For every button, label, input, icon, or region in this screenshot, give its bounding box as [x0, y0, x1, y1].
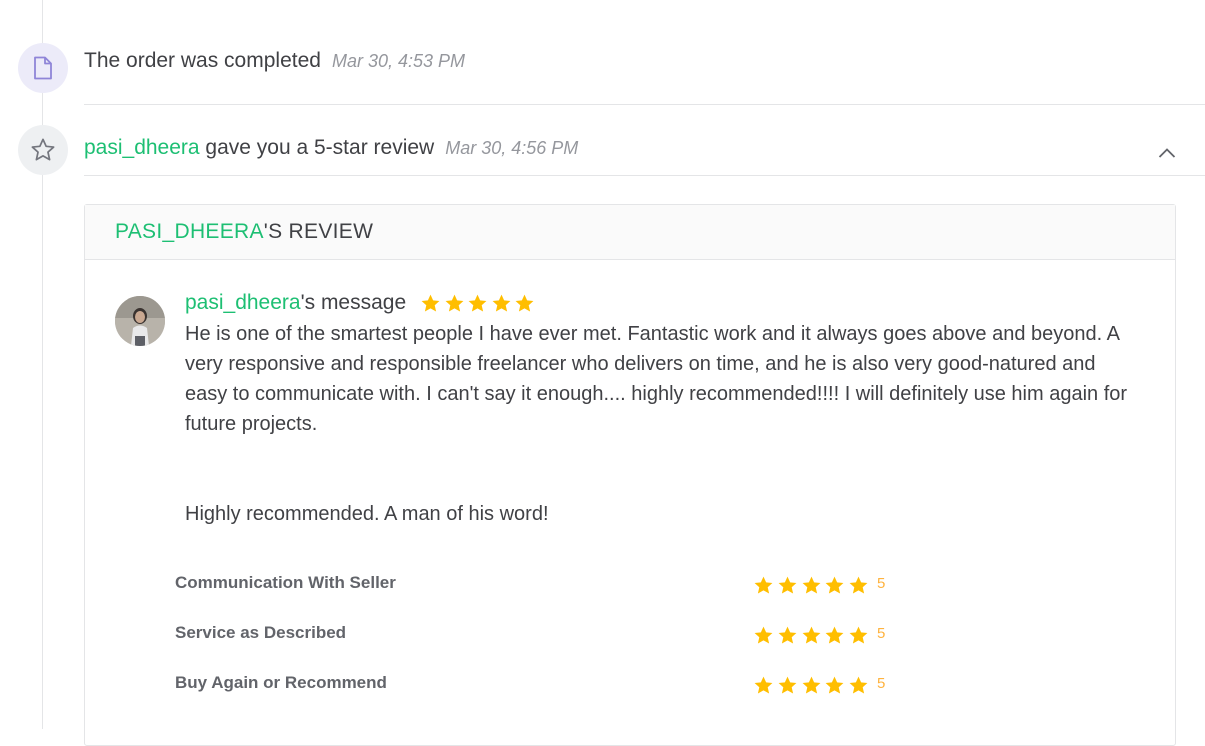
reviewer-username-link[interactable]: pasi_dheera: [84, 136, 200, 160]
avatar[interactable]: [115, 296, 165, 346]
star-outline-icon: [31, 138, 55, 161]
star-icon: [825, 626, 844, 644]
star-icon: [802, 676, 821, 694]
event-title: The order was completed: [84, 49, 321, 72]
collapse-review-button[interactable]: [1156, 143, 1178, 163]
star-icon: [445, 294, 464, 312]
chevron-up-icon: [1158, 148, 1176, 158]
review-card-title: PASI_DHEERA'S REVIEW: [115, 220, 373, 244]
rating-row-buy-again: Buy Again or Recommend 5: [175, 669, 935, 699]
divider: [84, 104, 1205, 105]
star-icon: [421, 294, 440, 312]
star-icon: [754, 576, 773, 594]
message-label: pasi_dheera's message: [185, 291, 406, 315]
header-username[interactable]: PASI_DHEERA: [115, 220, 264, 243]
star-icon: [825, 576, 844, 594]
star-icon: [849, 576, 868, 594]
avatar-image: [115, 296, 165, 346]
message-header: pasi_dheera's message: [185, 291, 535, 315]
rating-value: 5: [877, 575, 886, 592]
review-paragraph: He is one of the smartest people I have …: [185, 323, 1128, 435]
star-icon: [802, 626, 821, 644]
review-message: He is one of the smartest people I have …: [185, 319, 1135, 529]
star-icon: [515, 294, 534, 312]
star-icon: [825, 676, 844, 694]
event-time: Mar 30, 4:56 PM: [445, 138, 579, 158]
review-event: pasi_dheera gave you a 5-star review Mar…: [84, 136, 578, 160]
event-time: Mar 30, 4:53 PM: [331, 51, 466, 71]
star-icon: [754, 676, 773, 694]
rating-row-service: Service as Described 5: [175, 619, 935, 649]
header-suffix: 'S REVIEW: [263, 220, 374, 243]
rating-value: 5: [877, 675, 886, 692]
rating-stars: [753, 625, 869, 646]
star-icon: [849, 626, 868, 644]
star-icon: [468, 294, 487, 312]
star-icon: [778, 676, 797, 694]
divider: [84, 175, 1205, 176]
review-event-icon-badge: [18, 125, 68, 175]
star-icon: [849, 676, 868, 694]
event-title: gave you a 5-star review: [199, 136, 435, 159]
star-icon: [778, 576, 797, 594]
message-suffix: 's message: [300, 291, 407, 314]
review-card-header: PASI_DHEERA'S REVIEW: [85, 205, 1175, 260]
rating-label: Service as Described: [175, 623, 347, 642]
timeline-line: [42, 0, 43, 729]
rating-stars: [753, 675, 869, 696]
star-icon: [778, 626, 797, 644]
rating-value: 5: [877, 625, 886, 642]
rating-label: Buy Again or Recommend: [175, 673, 387, 692]
rating-stars: [753, 575, 869, 596]
star-icon: [802, 576, 821, 594]
review-card: PASI_DHEERA'S REVIEW pasi_dheera's messa…: [84, 204, 1176, 746]
order-event-icon-badge: [18, 43, 68, 93]
document-icon: [34, 56, 52, 80]
star-icon: [754, 626, 773, 644]
review-paragraph: Highly recommended. A man of his word!: [185, 503, 549, 525]
star-icon: [492, 294, 511, 312]
order-completed-event: The order was completed Mar 30, 4:53 PM: [84, 49, 465, 73]
overall-rating-stars: [420, 293, 535, 314]
rating-label: Communication With Seller: [175, 573, 396, 592]
reviewer-username-link[interactable]: pasi_dheera: [185, 291, 301, 314]
rating-row-communication: Communication With Seller 5: [175, 569, 935, 599]
